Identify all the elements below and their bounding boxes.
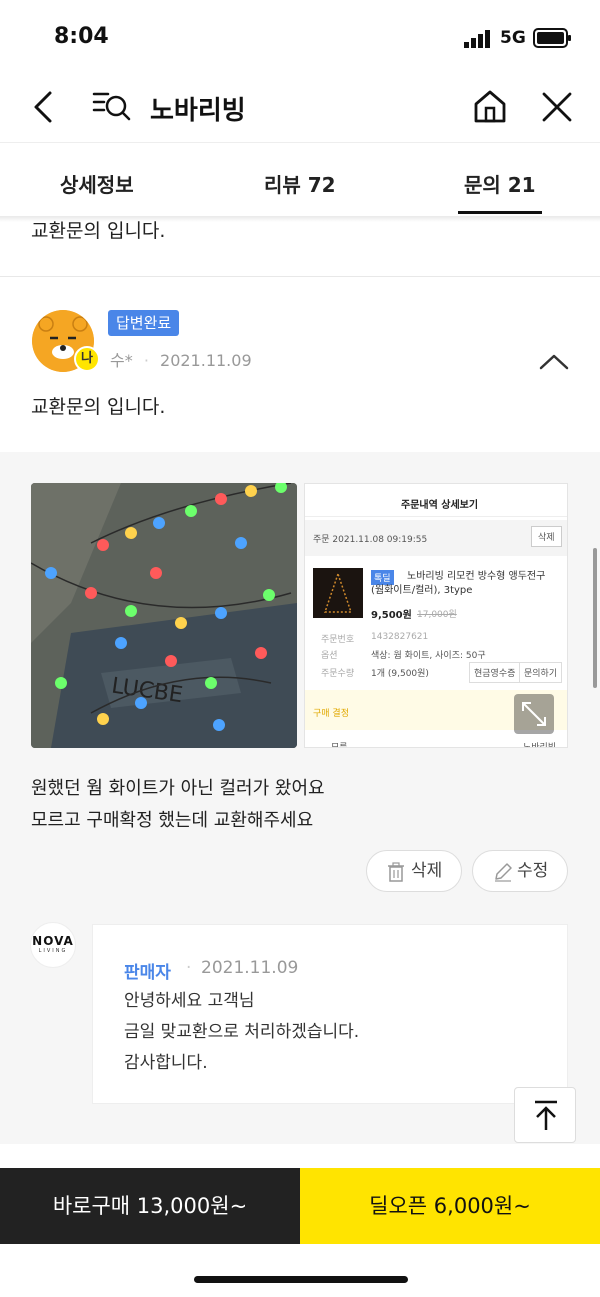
- close-icon[interactable]: [540, 90, 574, 124]
- tab-bar: 상세정보 리뷰 72 문의 21: [0, 142, 600, 216]
- scroll-to-top-button[interactable]: [514, 1087, 576, 1143]
- shot-price: 9,500원: [371, 610, 412, 621]
- delete-label: 삭제: [411, 861, 443, 881]
- scrollbar-thumb[interactable]: [593, 548, 597, 688]
- shot-row-val: 색상: 웜 화이트, 사이즈: 50구: [371, 651, 486, 661]
- question-title: 교환문의 입니다.: [31, 396, 166, 418]
- status-time: 8:04: [54, 24, 109, 49]
- shot-row-val: 1432827621: [371, 632, 429, 642]
- reply-card: [92, 924, 568, 1104]
- tab-detail[interactable]: 상세정보: [60, 169, 134, 198]
- expand-icon: [522, 702, 546, 726]
- shop-title[interactable]: 노바리빙: [150, 90, 246, 127]
- chevron-up-icon[interactable]: [538, 352, 570, 372]
- signal-icon: [464, 30, 490, 48]
- question-meta: 수* · 2021.11.09: [110, 347, 252, 371]
- seller-logo: NOVA LIVING: [30, 922, 76, 968]
- logo-text: NOVA: [32, 934, 74, 948]
- question-body-line: 원했던 웜 화이트가 아닌 컬러가 왔어요: [31, 778, 325, 799]
- shot-orig-price: 17,000원: [417, 610, 457, 620]
- string-lights-image: LUCBE: [31, 483, 297, 748]
- divider: [0, 276, 600, 277]
- tab-reviews[interactable]: 리뷰 72: [264, 169, 336, 198]
- expand-image-button[interactable]: [514, 694, 554, 734]
- back-icon[interactable]: [30, 90, 58, 124]
- shot-row-val: 1개 (9,500원): [371, 669, 429, 679]
- seller-label: 판매자: [124, 963, 171, 983]
- avatar-badge: 나: [74, 346, 100, 372]
- pencil-icon: [495, 863, 512, 882]
- shot-title: 주문내역 상세보기: [401, 500, 479, 511]
- meta-dot: ·: [143, 351, 149, 370]
- shot-order-date: 주문 2021.11.08 09:19:55: [313, 535, 428, 545]
- shot-row-key: 주문번호: [321, 635, 355, 645]
- meta-dot: ·: [186, 958, 192, 978]
- arrow-up-icon: [535, 1100, 557, 1130]
- deal-open-button[interactable]: 딜오픈 6,000원~: [300, 1168, 600, 1244]
- reply-line: 안녕하세요 고객님: [124, 991, 255, 1011]
- shot-row-key: 옵션: [321, 651, 338, 661]
- question-body-line: 모르고 구매확정 했는데 교환해주세요: [31, 810, 314, 831]
- shot-inquiry-button: 문의하기: [519, 662, 563, 683]
- shot-receipt-button: 현금영수증: [469, 662, 521, 683]
- home-indicator[interactable]: [194, 1276, 408, 1283]
- reply-line: 금일 맞교환으로 처리하겠습니다.: [124, 1022, 360, 1042]
- shot-confirm: 구매 결정: [313, 709, 349, 719]
- network-label: 5G: [500, 28, 526, 48]
- delete-button[interactable]: 삭제: [366, 850, 462, 892]
- home-icon[interactable]: [472, 88, 508, 124]
- shot-delete: 삭제: [531, 526, 562, 547]
- attached-photo[interactable]: LUCBE: [31, 483, 297, 748]
- tree-lights-icon: [323, 571, 353, 613]
- active-tab-indicator: [458, 211, 542, 214]
- reply-line: 감사합니다.: [124, 1053, 208, 1073]
- edit-button[interactable]: 수정: [472, 850, 568, 892]
- question-date: 2021.11.09: [160, 351, 252, 370]
- prev-question-title: 교환문의 입니다.: [31, 220, 166, 242]
- tab-inquiries[interactable]: 문의 21: [464, 169, 536, 198]
- shot-thumb: [313, 568, 363, 618]
- shot-divider: [305, 516, 567, 517]
- battery-icon: [533, 28, 571, 48]
- buy-now-button[interactable]: 바로구매 13,000원~: [0, 1168, 300, 1244]
- shot-footer-right: 노바리빙: [523, 743, 557, 748]
- author-name: 수*: [110, 351, 133, 370]
- reply-date: 2021.11.09: [201, 958, 299, 978]
- shot-product-name: 노바리빙 리모컨 방수형 앵두전구 (웜화이트/컬러), 3type: [371, 571, 546, 596]
- logo-subtext: LIVING: [38, 948, 68, 954]
- search-list-icon[interactable]: [92, 88, 132, 124]
- trash-icon: [388, 862, 404, 882]
- shot-footer-left: 모름: [331, 743, 348, 748]
- answer-status-badge: 답변완료: [108, 310, 180, 336]
- edit-label: 수정: [517, 861, 549, 881]
- shot-row-key: 주문수량: [321, 669, 355, 679]
